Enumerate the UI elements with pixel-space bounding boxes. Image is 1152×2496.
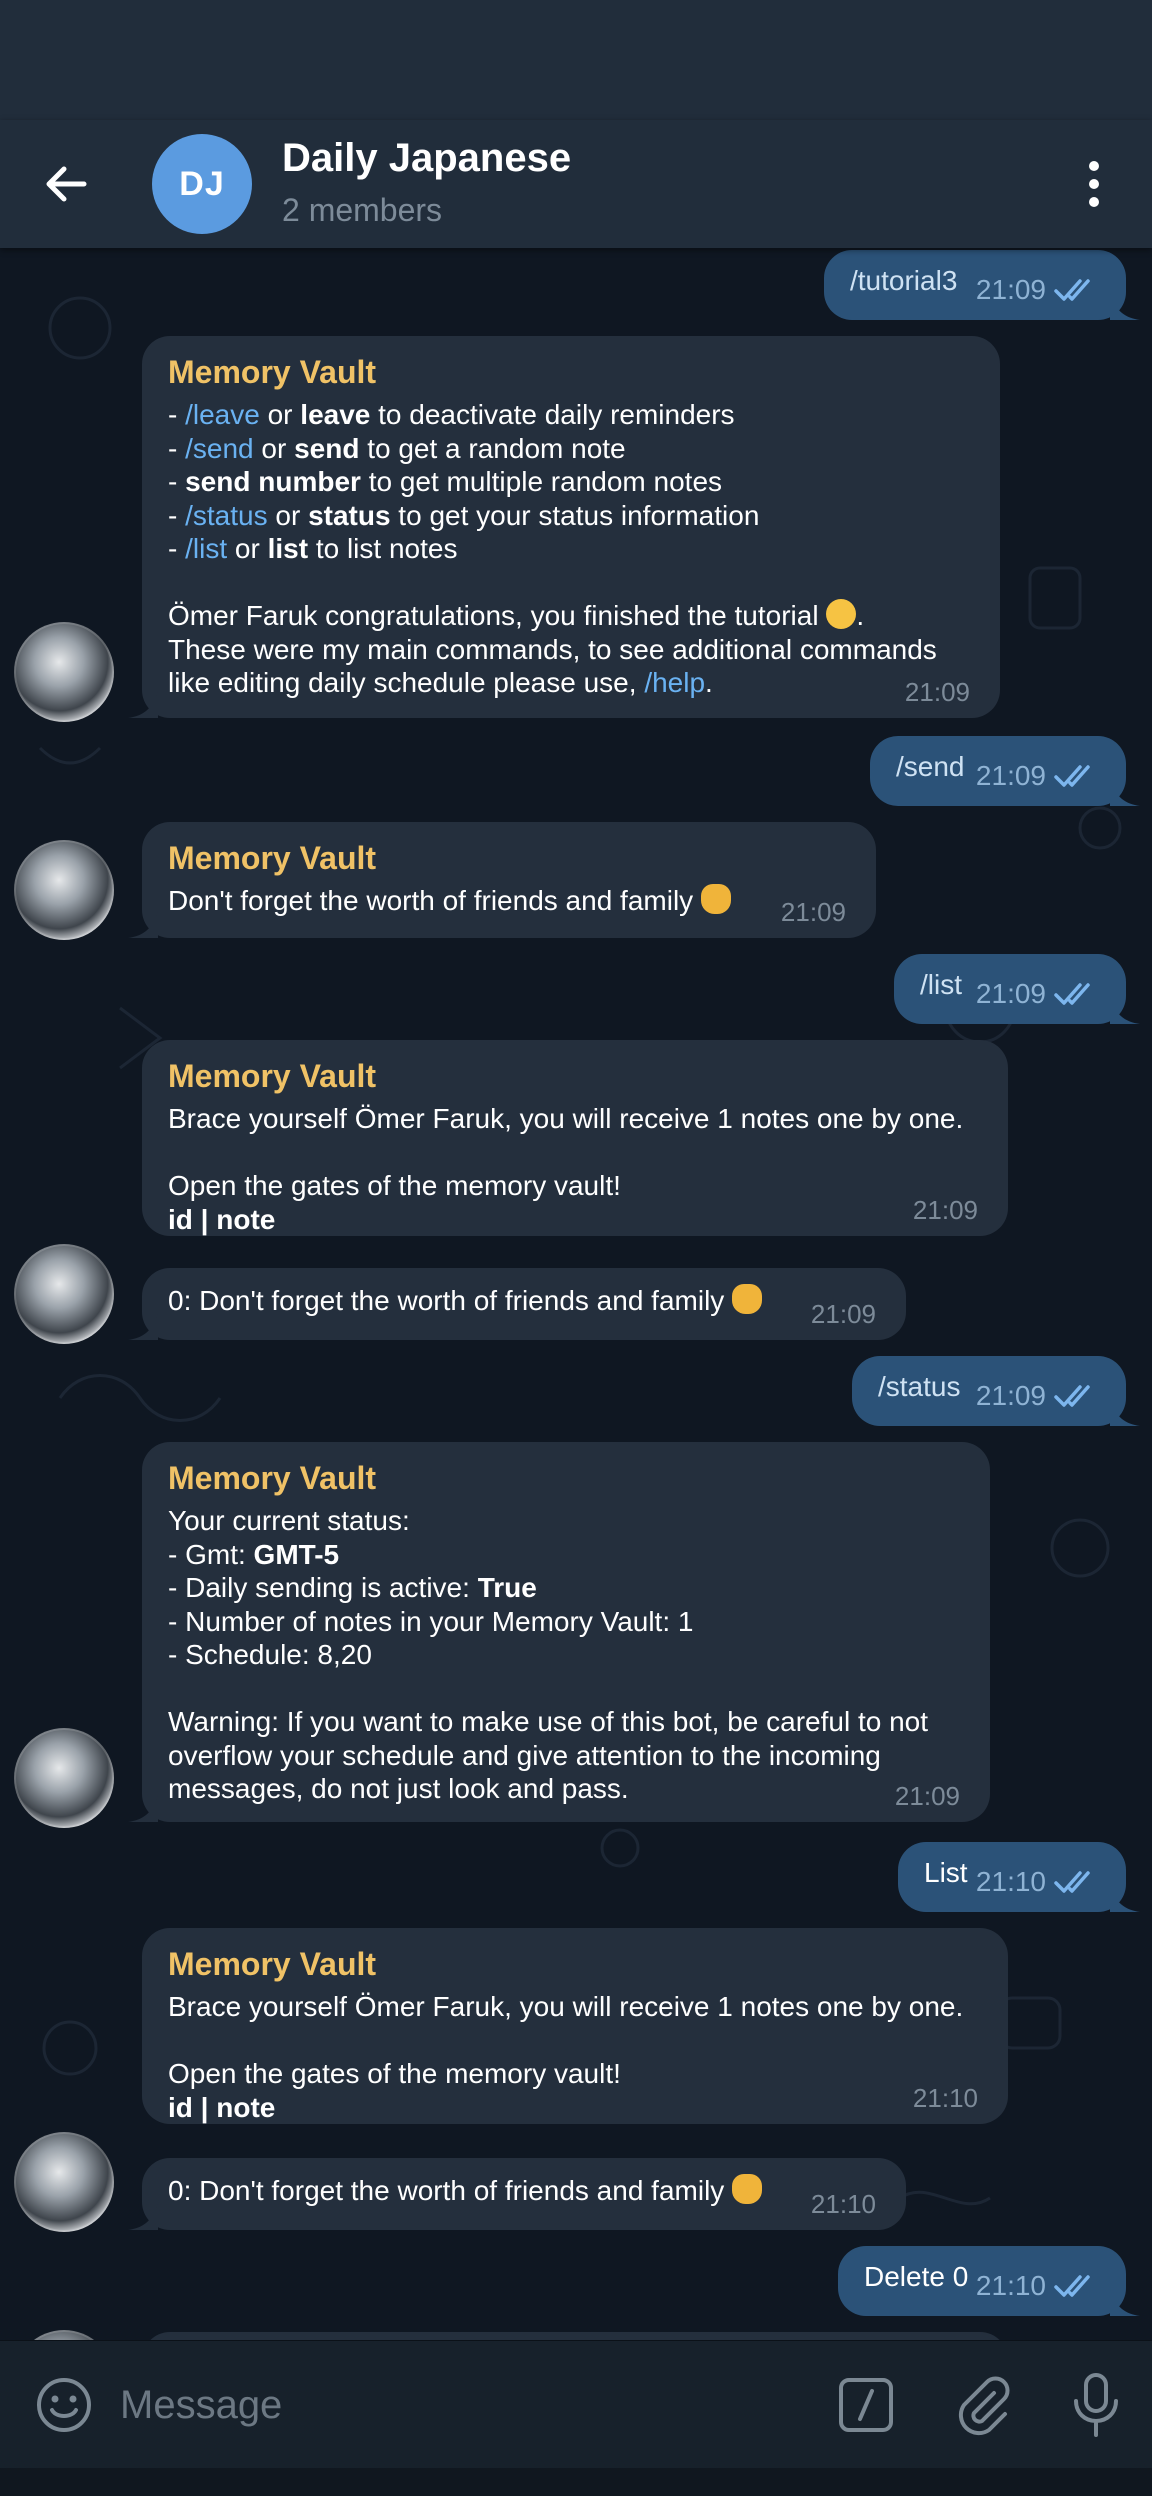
- bubble-tail: [128, 912, 158, 938]
- bot-avatar[interactable]: [14, 2132, 114, 2232]
- sender-name: Memory Vault: [168, 1946, 377, 1982]
- message-body: Memory Vault - /leave or leave to deacti…: [168, 350, 937, 700]
- message-time: 21:10: [912, 2083, 978, 2113]
- bubble-tail: [1110, 294, 1140, 320]
- bubble-tail: [128, 1314, 158, 1340]
- outgoing-message[interactable]: Delete 0 21:10: [838, 2246, 1140, 2316]
- sender-name: Memory Vault: [168, 354, 377, 390]
- incoming-message[interactable]: Memory Vault - /leave or leave to deacti…: [128, 336, 1000, 718]
- double-check-icon: [1054, 2275, 1090, 2297]
- command-link-send[interactable]: /send: [185, 433, 254, 464]
- message-text: - /leave or leave to deactivate daily re…: [168, 399, 937, 698]
- message-body: Memory Vault Brace yourself Ömer Faruk, …: [168, 1942, 963, 2124]
- microphone-icon[interactable]: [1066, 2371, 1126, 2439]
- message-text: Delete 0: [864, 2261, 969, 2292]
- bot-avatar[interactable]: [14, 1244, 114, 1344]
- outgoing-message[interactable]: /send 21:09: [870, 736, 1140, 806]
- message-time: 21:10: [976, 2270, 1098, 2302]
- message-text: 0: Don't forget the worth of friends and…: [168, 1284, 763, 1318]
- smile-icon[interactable]: [34, 2375, 94, 2435]
- message-composer: Message: [0, 2340, 1152, 2496]
- message-text: /send: [896, 751, 965, 782]
- incoming-message[interactable]: Memory Vault Brace yourself Ömer Faruk, …: [142, 1928, 1008, 2124]
- slash-command-icon[interactable]: [836, 2375, 896, 2435]
- cat-face-emoji-icon: [732, 2174, 763, 2204]
- group-avatar[interactable]: DJ: [152, 134, 252, 234]
- paperclip-icon[interactable]: [950, 2373, 1014, 2437]
- message-time: 21:10: [976, 1866, 1098, 1898]
- double-check-icon: [1054, 765, 1090, 787]
- chat-header: DJ Daily Japanese 2 members: [0, 120, 1152, 248]
- bubble-tail: [128, 1796, 158, 1822]
- message-time: 21:09: [976, 978, 1098, 1010]
- message-time: 21:09: [780, 897, 846, 927]
- message-time: 21:09: [810, 1299, 876, 1329]
- incoming-message[interactable]: 0: Don't forget the worth of friends and…: [128, 1268, 906, 1340]
- message-text: /status: [878, 1371, 961, 1402]
- message-time: 21:09: [976, 1380, 1098, 1412]
- message-body: Memory Vault Your current status: - Gmt:…: [168, 1456, 928, 1806]
- arrow-left-icon[interactable]: [38, 156, 94, 212]
- message-input[interactable]: Message: [120, 2383, 282, 2428]
- sender-name: Memory Vault: [168, 840, 377, 876]
- message-text: Brace yourself Ömer Faruk, you will rece…: [168, 1991, 964, 2123]
- message-time: 21:09: [904, 677, 970, 707]
- member-count: 2 members: [282, 192, 443, 228]
- smiling-face-emoji-icon: [826, 599, 857, 629]
- message-time: 21:09: [976, 274, 1098, 306]
- bot-avatar[interactable]: [14, 840, 114, 940]
- message-body: Memory Vault Don't forget the worth of f…: [168, 836, 731, 918]
- bubble-tail: [1110, 998, 1140, 1024]
- message-text: List: [924, 1857, 968, 1888]
- incoming-message[interactable]: Memory Vault Brace yourself Ömer Faruk, …: [142, 1040, 1008, 1236]
- double-check-icon: [1054, 1385, 1090, 1407]
- sender-name: Memory Vault: [168, 1460, 377, 1496]
- message-text: /tutorial3: [850, 265, 958, 296]
- outgoing-message[interactable]: List 21:10: [898, 1842, 1140, 1912]
- bot-avatar[interactable]: [14, 622, 114, 722]
- command-link-help[interactable]: /help: [644, 667, 705, 698]
- message-text: /list: [920, 969, 962, 1000]
- chat-title[interactable]: Daily Japanese: [282, 136, 571, 181]
- message-text: 0: Don't forget the worth of friends and…: [168, 2174, 763, 2208]
- more-vertical-icon[interactable]: [1074, 156, 1114, 212]
- navigation-bar: [0, 2468, 1152, 2496]
- message-text: Your current status: - Gmt: GMT-5 - Dail…: [168, 1505, 929, 1804]
- message-time: 21:09: [912, 1195, 978, 1225]
- bubble-tail: [1110, 1400, 1140, 1426]
- sender-name: Memory Vault: [168, 1058, 377, 1094]
- bubble-tail: [1110, 2290, 1140, 2316]
- outgoing-message[interactable]: /status 21:09: [852, 1356, 1140, 1426]
- bubble-tail: [128, 692, 158, 718]
- bot-avatar[interactable]: [14, 1728, 114, 1828]
- outgoing-message[interactable]: /list 21:09: [894, 954, 1140, 1024]
- incoming-message[interactable]: Memory Vault Don't forget the worth of f…: [128, 822, 876, 938]
- command-link-status[interactable]: /status: [185, 500, 267, 531]
- status-bar: [0, 0, 1152, 120]
- cat-face-emoji-icon: [700, 884, 731, 914]
- bubble-tail: [1110, 1886, 1140, 1912]
- message-text: Don't forget the worth of friends and fa…: [168, 884, 731, 918]
- message-time: 21:09: [894, 1781, 960, 1811]
- composer-bar: Message: [0, 2340, 1152, 2469]
- message-text: Brace yourself Ömer Faruk, you will rece…: [168, 1103, 964, 1235]
- message-body: Memory Vault Brace yourself Ömer Faruk, …: [168, 1054, 963, 1236]
- incoming-message[interactable]: 0: Don't forget the worth of friends and…: [128, 2158, 906, 2230]
- message-time: 21:10: [810, 2189, 876, 2219]
- double-check-icon: [1054, 279, 1090, 301]
- message-time: 21:09: [976, 760, 1098, 792]
- incoming-message[interactable]: [142, 2332, 1008, 2340]
- outgoing-message[interactable]: /tutorial3 21:09: [824, 250, 1140, 320]
- command-link-leave[interactable]: /leave: [185, 399, 260, 430]
- bubble-tail: [128, 2204, 158, 2230]
- double-check-icon: [1054, 1871, 1090, 1893]
- message-list[interactable]: /tutorial3 21:09 Memory Vault - /leave o…: [0, 248, 1152, 2340]
- cat-face-emoji-icon: [732, 1284, 763, 1314]
- incoming-message[interactable]: Memory Vault Your current status: - Gmt:…: [128, 1442, 990, 1822]
- bubble-tail: [1110, 780, 1140, 806]
- command-link-list[interactable]: /list: [185, 533, 227, 564]
- double-check-icon: [1054, 983, 1090, 1005]
